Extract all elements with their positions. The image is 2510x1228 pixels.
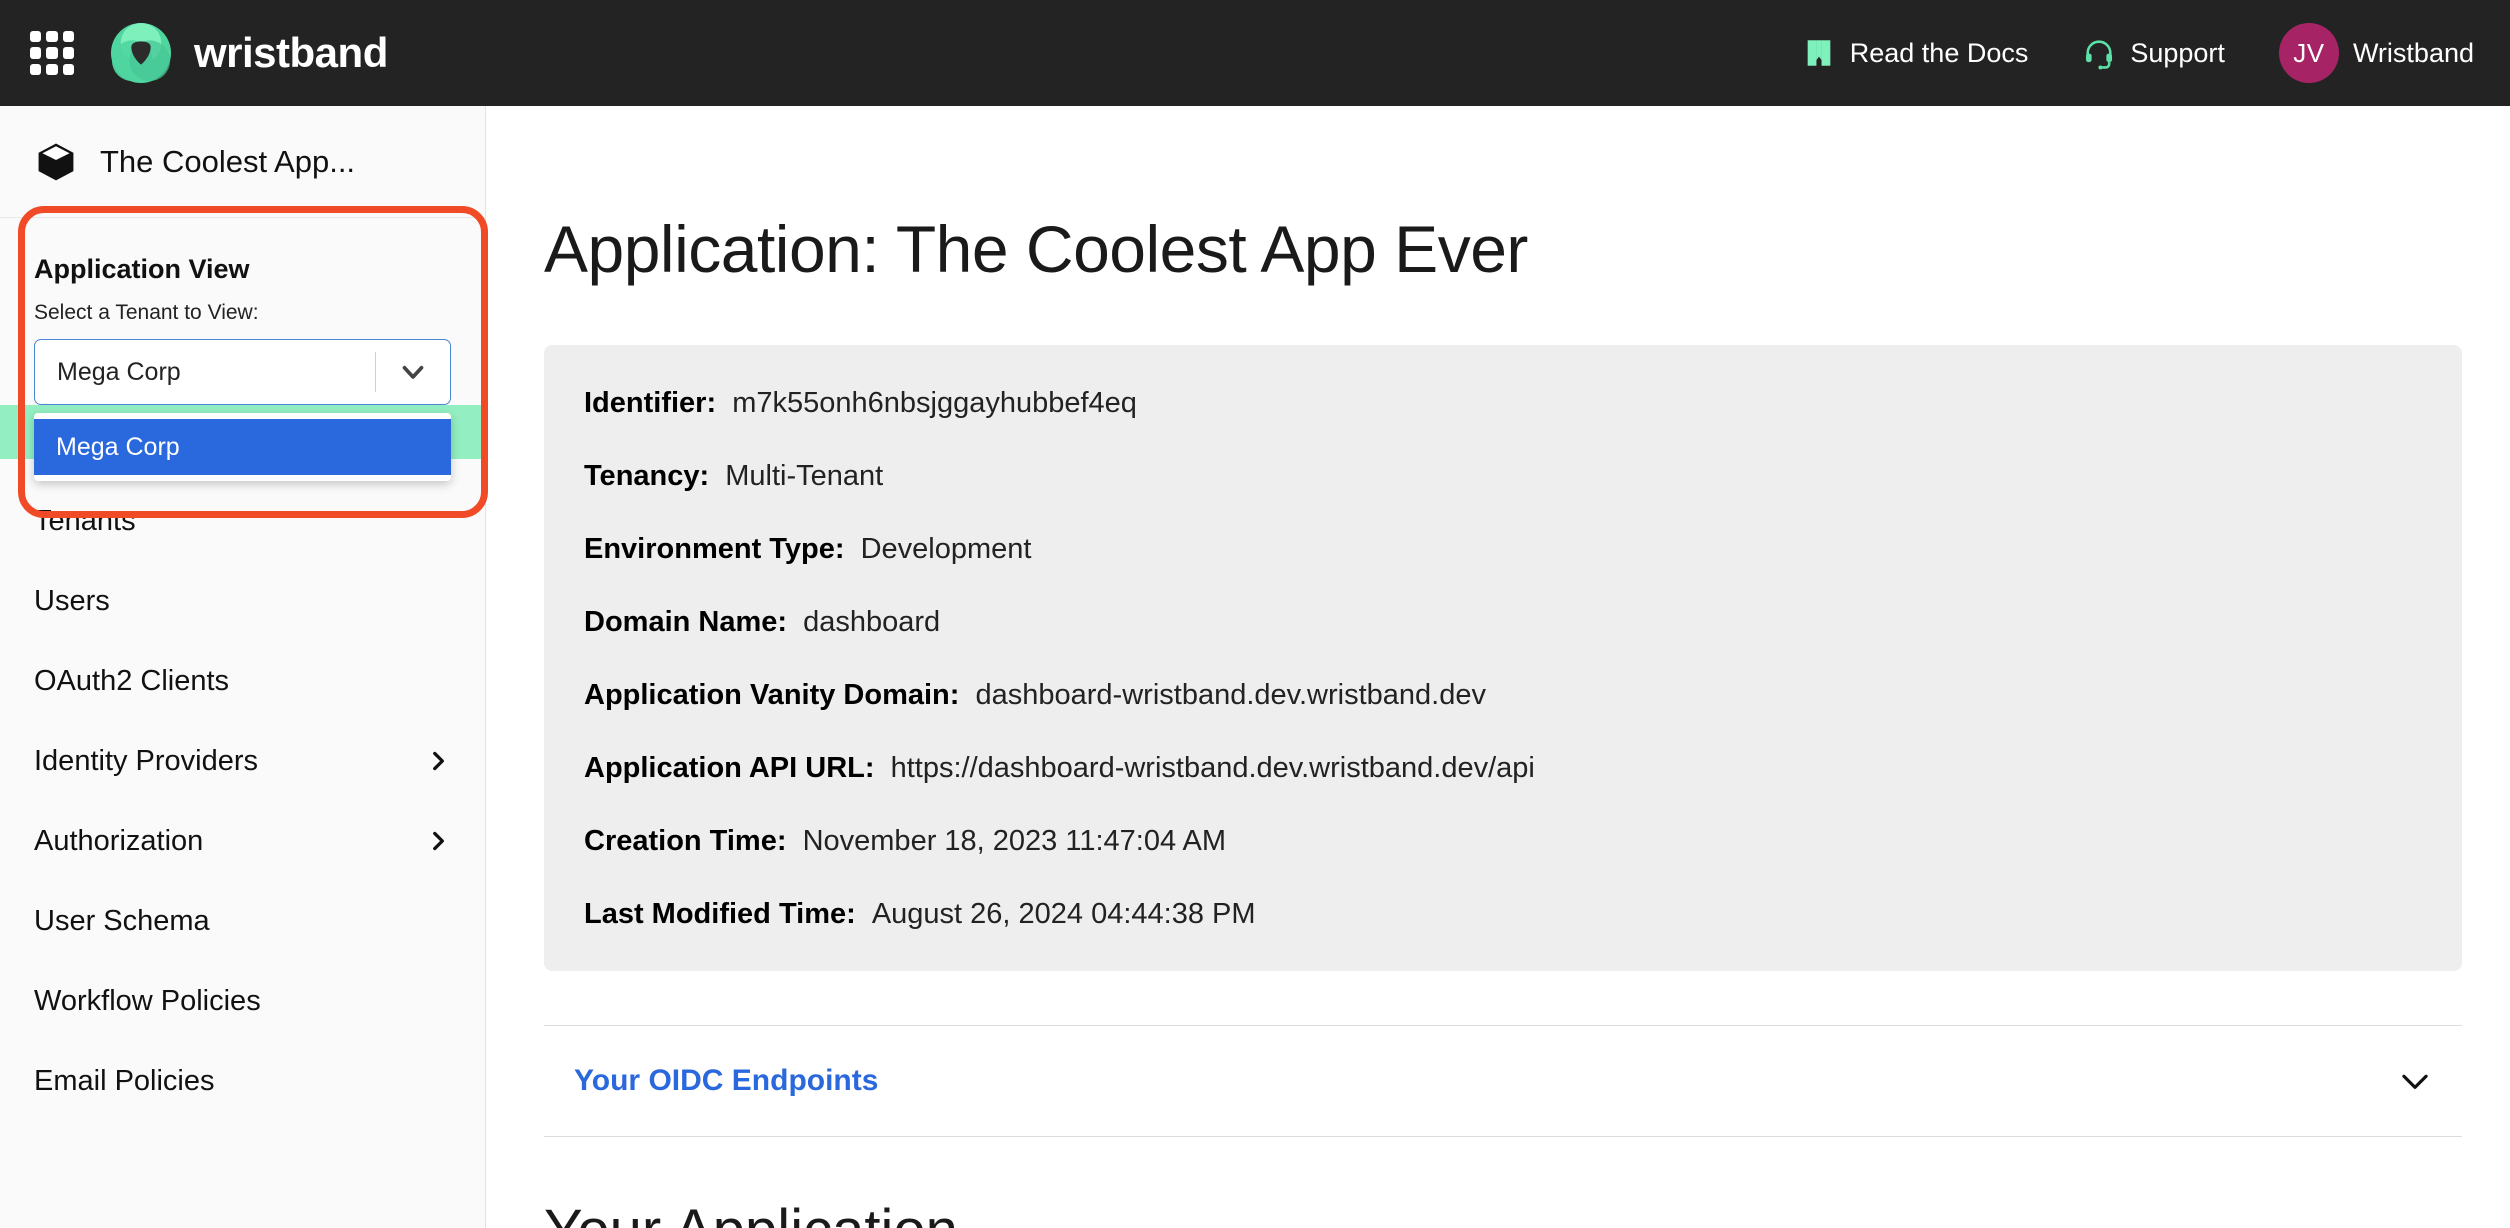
grid-apps-icon[interactable] <box>30 31 74 75</box>
detail-value: November 18, 2023 11:47:04 AM <box>802 825 1227 857</box>
top-navigation-bar: wristband Read the Docs Support JV Wrist… <box>0 0 2510 106</box>
headset-icon <box>2086 40 2113 70</box>
sidebar-item-email-policies[interactable]: Email Policies <box>0 1041 485 1121</box>
user-name-label: Wristband <box>2352 37 2474 68</box>
brand-logo-link[interactable]: wristband <box>110 22 388 84</box>
detail-value: https://dashboard-wristband.dev.wristban… <box>890 752 1535 784</box>
detail-value: dashboard-wristband.dev.wristband.dev <box>975 679 1486 711</box>
sidebar-nav-list: Tenants Users OAuth2 Clients Identity Pr… <box>0 459 485 1121</box>
current-application-header[interactable]: The Coolest App... <box>0 106 485 218</box>
wristband-logo-icon <box>110 22 172 84</box>
chevron-down-icon[interactable] <box>396 355 430 389</box>
tenant-select-value: Mega Corp <box>57 357 181 386</box>
sidebar-item-label: Identity Providers <box>34 744 259 777</box>
sidebar-item-authorization[interactable]: Authorization <box>0 801 485 881</box>
detail-label: Application Vanity Domain: <box>584 679 960 711</box>
detail-row-creation-time: Creation Time: November 18, 2023 11:47:0… <box>584 825 2422 858</box>
user-menu[interactable]: JV Wristband <box>2278 23 2474 83</box>
chevron-right-icon[interactable] <box>425 828 451 854</box>
body-region: The Coolest App... Application View Sele… <box>0 106 2510 1228</box>
sidebar-item-user-schema[interactable]: User Schema <box>0 881 485 961</box>
main-content: Application: The Coolest App Ever Identi… <box>486 106 2510 1228</box>
chevron-down-icon[interactable] <box>2396 1062 2434 1100</box>
tenant-select[interactable]: Mega Corp <box>34 339 451 405</box>
avatar: JV <box>2278 23 2339 83</box>
tenant-select-wrapper: Mega Corp Mega Corp <box>0 325 485 481</box>
detail-label: Last Modified Time: <box>584 898 856 930</box>
sidebar-item-label: Users <box>34 584 110 617</box>
detail-row-tenancy: Tenancy: Multi-Tenant <box>584 460 2422 493</box>
detail-value: August 26, 2024 04:44:38 PM <box>871 898 1256 930</box>
sidebar-item-users[interactable]: Users <box>0 561 485 641</box>
oidc-endpoints-accordion-header[interactable]: Your OIDC Endpoints <box>544 1026 2462 1136</box>
sidebar-item-oauth2-clients[interactable]: OAuth2 Clients <box>0 641 485 721</box>
detail-row-environment-type: Environment Type: Development <box>584 533 2422 566</box>
cube-icon <box>38 143 74 180</box>
detail-row-identifier: Identifier: m7k55onh6nbsjggayhubbef4eq <box>584 387 2422 420</box>
detail-label: Creation Time: <box>584 825 787 857</box>
read-the-docs-label: Read the Docs <box>1849 37 2029 68</box>
detail-value: Development <box>860 533 1032 565</box>
detail-row-application-api-url: Application API URL: https://dashboard-w… <box>584 752 2422 785</box>
topbar-actions: Read the Docs Support JV Wristband <box>1748 23 2510 83</box>
sidebar-item-workflow-policies[interactable]: Workflow Policies <box>0 961 485 1041</box>
brand-name: wristband <box>194 29 388 76</box>
sidebar-item-identity-providers[interactable]: Identity Providers <box>0 721 485 801</box>
detail-label: Application API URL: <box>584 752 875 784</box>
oidc-endpoints-title: Your OIDC Endpoints <box>574 1064 879 1097</box>
sidebar-item-label: Tenants <box>34 504 136 537</box>
detail-label: Domain Name: <box>584 606 788 638</box>
support-link[interactable]: Support <box>2082 36 2225 70</box>
tenant-option-mega-corp[interactable]: Mega Corp <box>34 419 451 475</box>
select-divider <box>375 352 376 392</box>
book-icon <box>1807 40 1831 66</box>
sidebar-item-label: Email Policies <box>34 1064 215 1097</box>
read-the-docs-link[interactable]: Read the Docs <box>1802 36 2029 70</box>
detail-label: Identifier: <box>584 387 717 419</box>
sidebar: The Coolest App... Application View Sele… <box>0 106 488 1228</box>
sidebar-item-label: OAuth2 Clients <box>34 664 230 697</box>
oidc-endpoints-accordion: Your OIDC Endpoints <box>544 1025 2462 1137</box>
detail-value: m7k55onh6nbsjggayhubbef4eq <box>732 387 1137 419</box>
detail-row-domain-name: Domain Name: dashboard <box>584 606 2422 639</box>
support-label: Support <box>2130 37 2225 68</box>
application-view-title: Application View <box>34 254 250 284</box>
sidebar-item-tenants[interactable]: Tenants <box>0 481 485 561</box>
detail-value: Multi-Tenant <box>725 460 884 492</box>
sidebar-item-label: User Schema <box>34 904 210 937</box>
detail-label: Environment Type: <box>584 533 845 565</box>
page-title: Application: The Coolest App Ever <box>544 212 1528 286</box>
tenant-select-dropdown[interactable]: Mega Corp <box>34 413 451 481</box>
detail-row-last-modified-time: Last Modified Time: August 26, 2024 04:4… <box>584 898 2422 931</box>
sidebar-item-label: Authorization <box>34 824 204 857</box>
application-details-card: Identifier: m7k55onh6nbsjggayhubbef4eq T… <box>544 345 2462 971</box>
chevron-right-icon[interactable] <box>425 748 451 774</box>
your-application-heading: Your Application <box>544 1197 2462 1228</box>
current-application-name: The Coolest App... <box>100 143 356 179</box>
detail-value: dashboard <box>803 606 941 638</box>
application-window: wristband Read the Docs Support JV Wrist… <box>0 0 2510 1228</box>
detail-label: Tenancy: <box>584 460 710 492</box>
detail-row-application-vanity-domain: Application Vanity Domain: dashboard-wri… <box>584 679 2422 712</box>
sidebar-content: Application View Select a Tenant to View… <box>0 218 485 1121</box>
sidebar-item-label: Workflow Policies <box>34 984 261 1017</box>
tenant-select-label: Select a Tenant to View: <box>34 301 259 324</box>
